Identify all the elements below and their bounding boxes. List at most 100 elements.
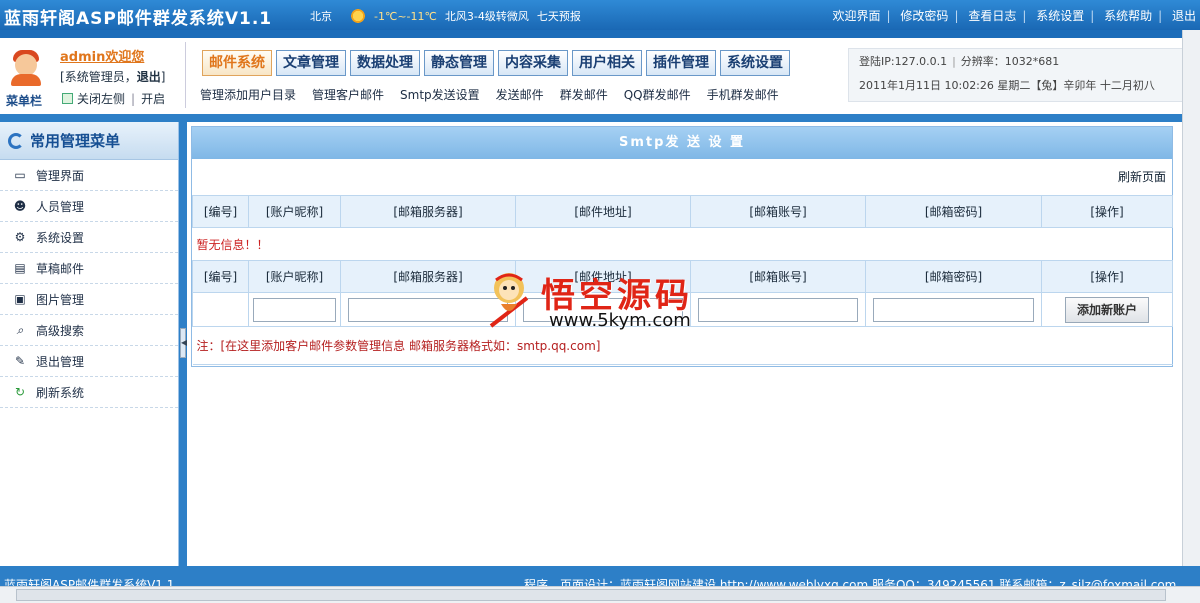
vertical-scrollbar[interactable]	[1182, 30, 1200, 566]
server-input[interactable]	[347, 297, 509, 322]
tab-article[interactable]: 文章管理	[276, 50, 346, 76]
col-server: [邮箱服务器]	[340, 195, 516, 228]
user-role: [系统管理员，退出]	[60, 70, 166, 84]
login-ip: 登陆IP:127.0.0.1	[859, 55, 948, 68]
left-menu-item-users[interactable]: ☻ 人员管理	[0, 191, 178, 222]
weather-forecast-link[interactable]: 七天预报	[537, 8, 581, 24]
top-links: 欢迎界面 | 修改密码 | 查看日志 | 系统设置 | 系统帮助 | 退出	[832, 9, 1196, 23]
sun-icon	[350, 8, 366, 24]
refresh-page-link[interactable]: 刷新页面	[1118, 170, 1166, 184]
refresh-icon	[8, 132, 24, 149]
link-welcome[interactable]: 欢迎界面	[833, 9, 881, 23]
nickname-input[interactable]	[252, 297, 337, 322]
refresh-row: 刷新页面	[192, 159, 1172, 195]
sub-nav: 管理添加用户目录 管理客户邮件 Smtp发送设置 发送邮件 群发邮件 QQ群发邮…	[200, 86, 779, 103]
subnav-client-mail[interactable]: 管理客户邮件	[312, 86, 384, 103]
tab-user[interactable]: 用户相关	[572, 50, 642, 76]
add-account-button[interactable]: 添加新账户	[1065, 296, 1149, 323]
col-password: [邮箱密码]	[865, 260, 1042, 293]
logout-link[interactable]: 退出	[137, 70, 161, 84]
tab-plugin[interactable]: 插件管理	[646, 50, 716, 76]
subnav-send[interactable]: 发送邮件	[496, 86, 544, 103]
side-toggle: 关闭左侧 | 开启	[62, 90, 165, 107]
search-icon: ⌕	[16, 323, 24, 337]
left-menu-item-exit[interactable]: ✎ 退出管理	[0, 346, 178, 377]
open-link[interactable]: 开启	[141, 92, 165, 106]
empty-message: 暂无信息！！	[192, 227, 1173, 261]
screen-resolution: 分辨率：1032*681	[960, 55, 1060, 68]
divider	[185, 42, 186, 108]
link-system-help[interactable]: 系统帮助	[1104, 9, 1152, 23]
link-logout[interactable]: 退出	[1172, 9, 1196, 23]
table-header-row: [编号] [账户昵称] [邮箱服务器] [邮件地址] [邮箱账号] [邮箱密码]…	[192, 195, 1173, 228]
tab-settings[interactable]: 系统设置	[720, 50, 790, 76]
monkey-logo-icon	[489, 273, 529, 328]
footer: 蓝雨轩阁ASP邮件群发系统V1.1 程序、页面设计：蓝雨轩阁网站建设 http:…	[0, 566, 1200, 592]
left-menu-item-drafts[interactable]: ▤ 草稿邮件	[0, 253, 178, 284]
link-view-log[interactable]: 查看日志	[968, 9, 1016, 23]
tab-mail-system[interactable]: 邮件系统	[202, 50, 272, 76]
tab-data[interactable]: 数据处理	[350, 50, 420, 76]
gear-icon: ⚙	[14, 230, 26, 244]
account-input[interactable]	[697, 297, 859, 322]
link-change-password[interactable]: 修改密码	[900, 9, 948, 23]
monitor-icon: ▭	[14, 168, 26, 182]
menu-label: 菜单栏	[6, 94, 43, 108]
refresh-icon: ↻	[14, 385, 26, 399]
col-address: [邮件地址]	[515, 195, 691, 228]
header-stripe	[0, 30, 1200, 38]
subnav-qq[interactable]: QQ群发邮件	[624, 86, 691, 103]
draft-icon: ▤	[14, 261, 26, 275]
col-nickname: [账户昵称]	[248, 195, 341, 228]
close-left-link[interactable]: 关闭左侧	[77, 92, 125, 106]
left-menu-item-refresh[interactable]: ↻ 刷新系统	[0, 377, 178, 408]
watermark-url: www.5kym.com	[549, 310, 691, 331]
subnav-smtp[interactable]: Smtp发送设置	[400, 86, 480, 103]
left-menu-item-search[interactable]: ⌕ 高级搜索	[0, 315, 178, 346]
login-datetime: 2011年1月11日 10:02:26 星期二【兔】辛卯年 十二月初八	[859, 79, 1155, 92]
app-title: 蓝雨轩阁ASP邮件群发系统V1.1	[4, 9, 273, 29]
close-left-icon[interactable]	[62, 93, 73, 104]
main-tabs: 邮件系统 文章管理 数据处理 静态管理 内容采集 用户相关 插件管理 系统设置	[202, 50, 790, 76]
role-label: 系统管理员	[64, 70, 125, 84]
id-cell	[192, 292, 249, 327]
left-menu-item-settings[interactable]: ⚙ 系统设置	[0, 222, 178, 253]
left-menu-item-images[interactable]: ▣ 图片管理	[0, 284, 178, 315]
scrollbar-thumb[interactable]	[16, 589, 1166, 601]
header: 菜单栏 admin欢迎您 [系统管理员，退出] 关闭左侧 | 开启 邮件系统 文章管…	[0, 38, 1200, 114]
horizontal-scrollbar[interactable]	[0, 586, 1200, 603]
col-account: [邮箱账号]	[690, 195, 866, 228]
login-info: 登陆IP:127.0.0.1 | 分辨率：1032*681 2011年1月11日 1…	[848, 48, 1200, 102]
content-area: Smtp发 送 设 置 刷新页面 [编号] [账户昵称] [邮箱服务器] [邮件…	[187, 122, 1182, 566]
col-id: [编号]	[192, 260, 249, 293]
avatar	[8, 46, 42, 86]
left-menu-item-dashboard[interactable]: ▭ 管理界面	[0, 160, 178, 191]
nickname-cell	[248, 292, 341, 327]
password-cell	[865, 292, 1042, 327]
col-action: [操作]	[1041, 260, 1173, 293]
tab-collect[interactable]: 内容采集	[498, 50, 568, 76]
empty-row: 暂无信息！！	[192, 227, 1173, 261]
image-icon: ▣	[14, 292, 26, 306]
panel-title: Smtp发 送 设 置	[192, 127, 1172, 159]
left-menu-header: 常用管理菜单	[0, 122, 178, 160]
subnav-user-dir[interactable]: 管理添加用户目录	[200, 86, 296, 103]
weather-city: 北京	[310, 10, 332, 23]
action-cell: 添加新账户	[1041, 292, 1173, 327]
wrench-icon: ✎	[14, 354, 26, 368]
weather-temp: -1℃~-11℃	[374, 9, 437, 23]
col-nickname: [账户昵称]	[248, 260, 341, 293]
col-password: [邮箱密码]	[865, 195, 1042, 228]
left-menu: 常用管理菜单 ▭ 管理界面 ☻ 人员管理 ⚙ 系统设置 ▤ 草稿邮件 ▣ 图片管理 ⌕ 高级…	[0, 122, 179, 566]
top-bar: 蓝雨轩阁ASP邮件群发系统V1.1 北京 -1℃~-11℃ 北风3-4级转微风 …	[0, 0, 1200, 30]
link-system-settings[interactable]: 系统设置	[1036, 9, 1084, 23]
tab-static[interactable]: 静态管理	[424, 50, 494, 76]
weather-widget: 北京 -1℃~-11℃ 北风3-4级转微风 七天预报	[310, 8, 589, 24]
user-welcome[interactable]: admin欢迎您	[60, 46, 144, 65]
subnav-mass-send[interactable]: 群发邮件	[560, 86, 608, 103]
users-icon: ☻	[13, 199, 27, 213]
subnav-mobile[interactable]: 手机群发邮件	[707, 86, 779, 103]
password-input[interactable]	[873, 297, 1034, 322]
weather-wind: 北风3-4级转微风	[444, 10, 529, 23]
collapse-handle-icon[interactable]: ◀	[180, 328, 187, 358]
